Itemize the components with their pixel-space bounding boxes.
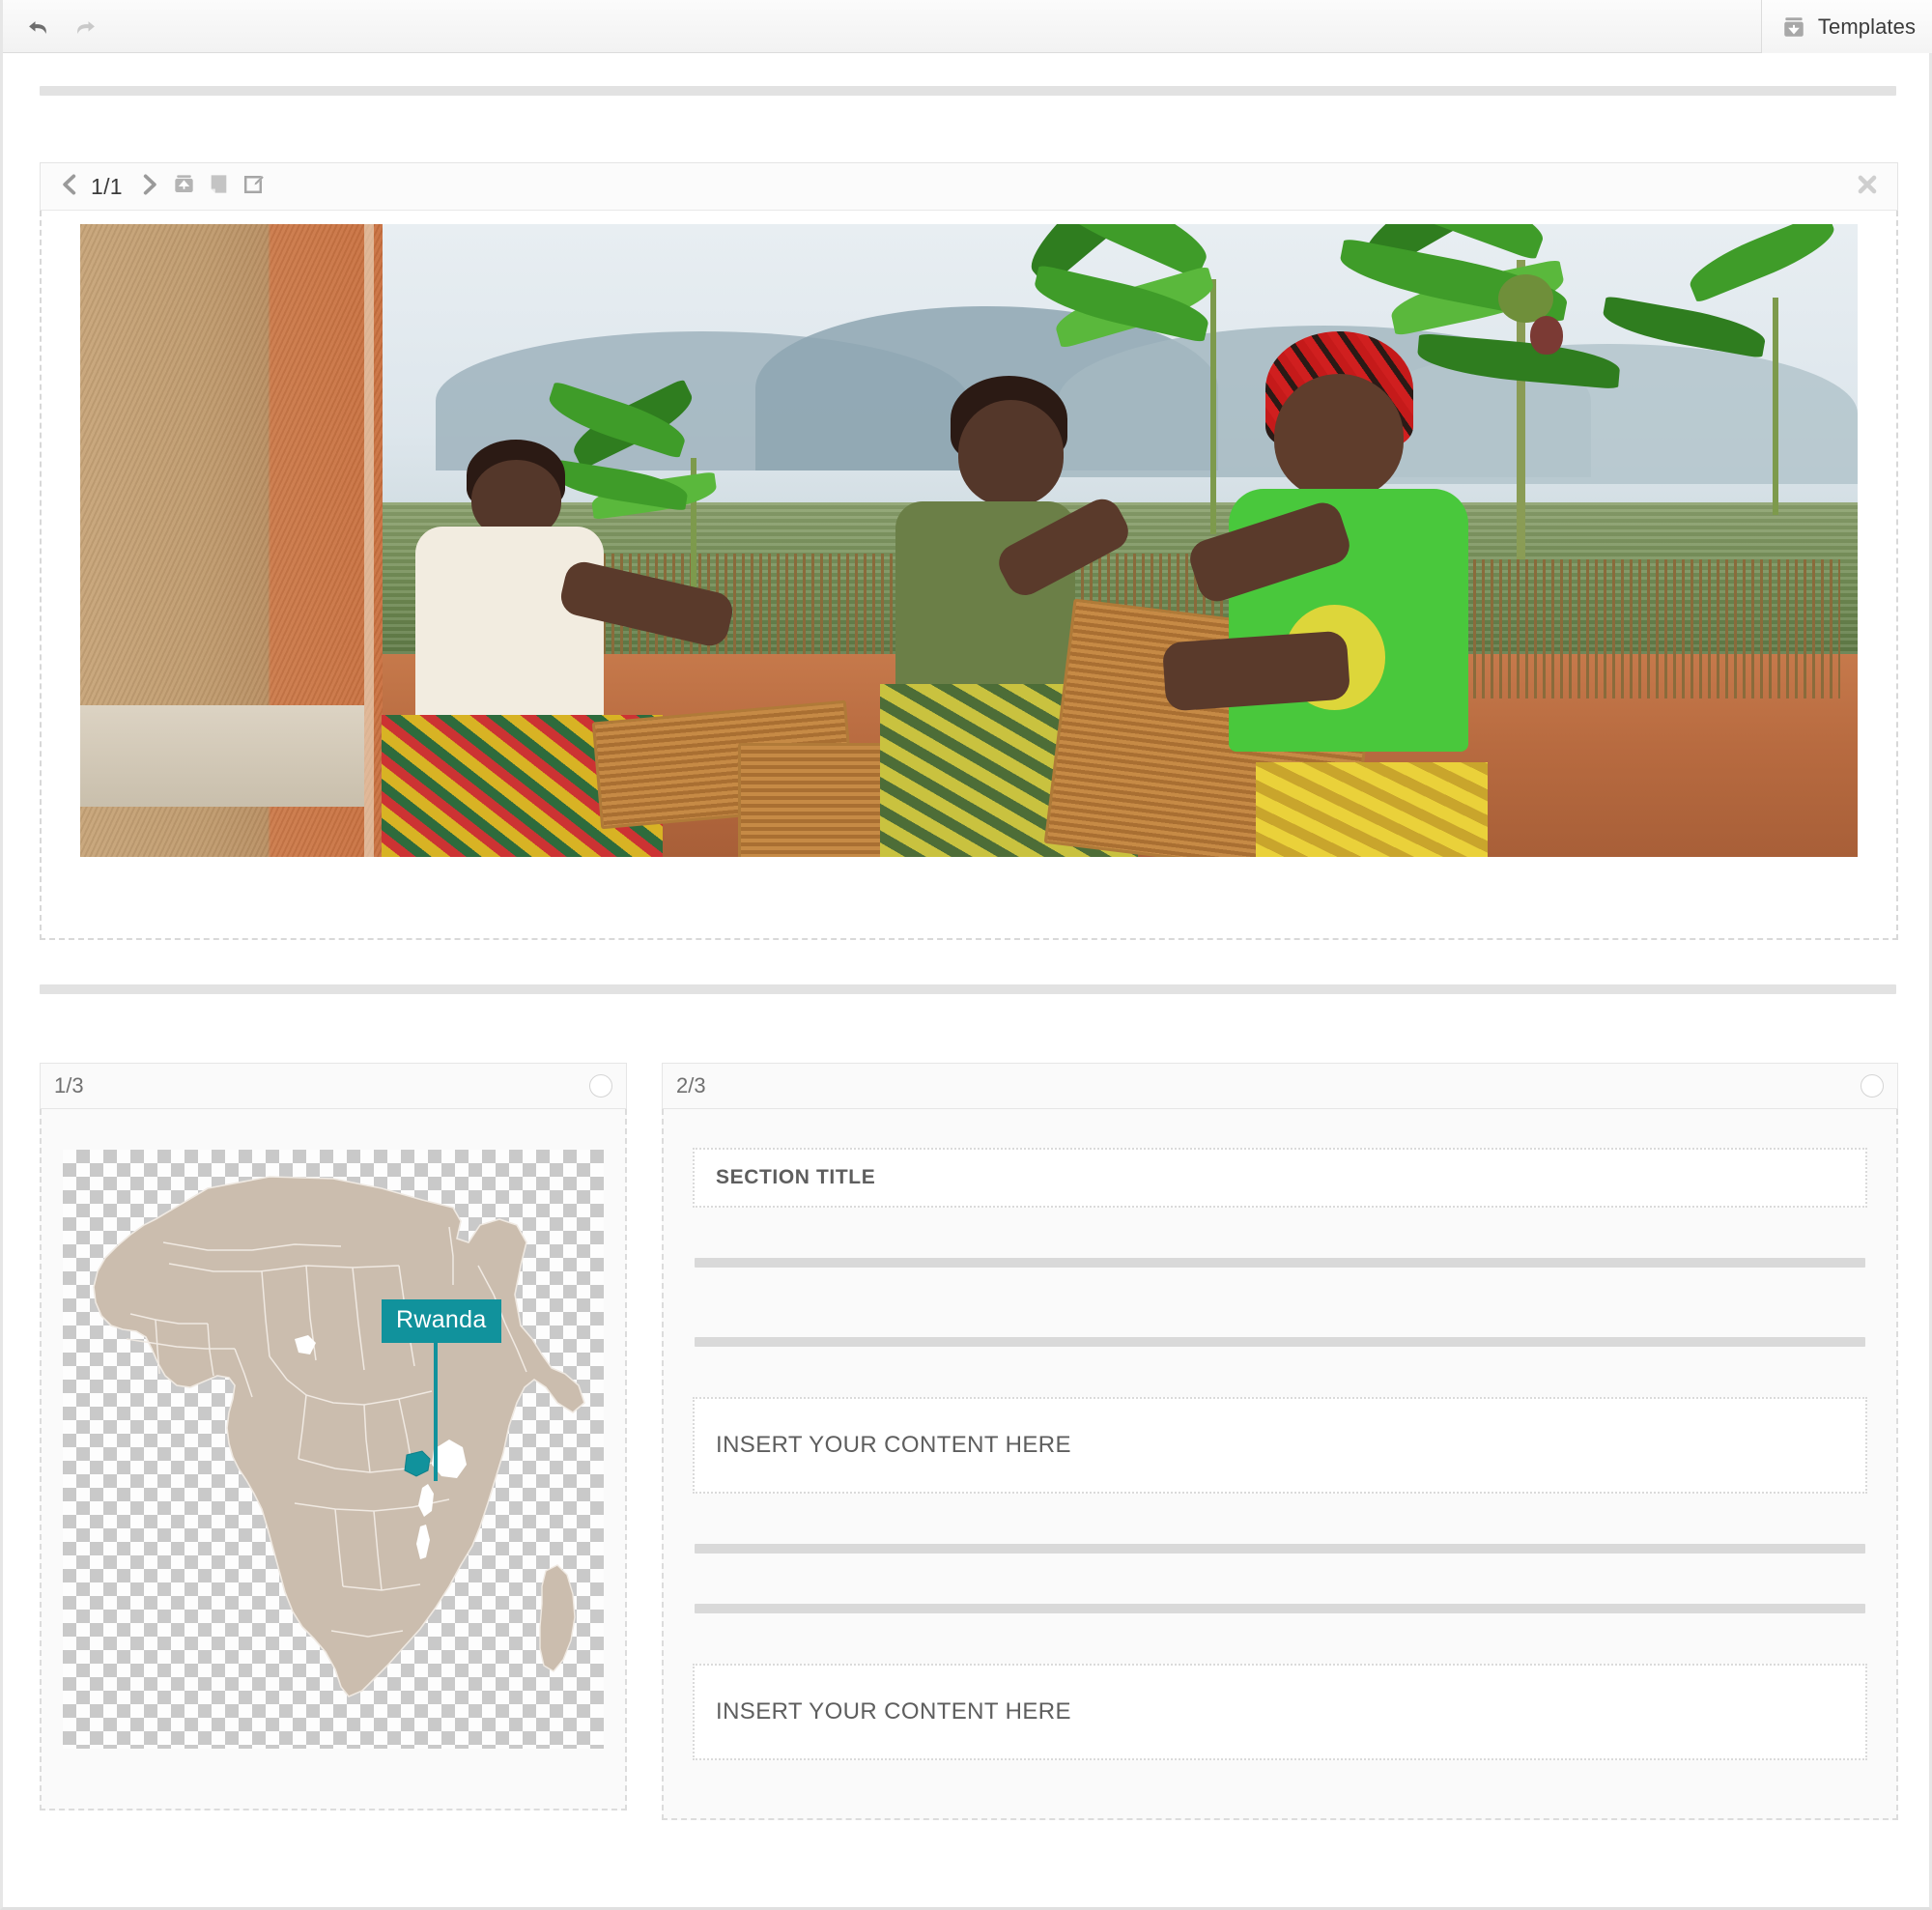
map-callout-rwanda[interactable]: Rwanda [382,1299,501,1343]
content-divider[interactable] [695,1604,1865,1613]
top-toolbar: Templates [3,0,1932,53]
top-separator-bar [40,86,1896,96]
undo-arrow-icon [25,14,52,41]
panel-content-body: SECTION TITLE INSERT YOUR CONTENT HERE I… [662,1109,1898,1820]
panel-map: 1/3 Rwanda [40,1063,627,1810]
redo-button[interactable] [71,13,99,42]
edit-block-button[interactable] [237,167,271,206]
content-placeholder-box[interactable]: INSERT YOUR CONTENT HERE [693,1397,1867,1494]
content-placeholder-text: INSERT YOUR CONTENT HERE [716,1698,1071,1725]
panel-content-header: 2/3 [662,1063,1898,1109]
empty-circle-icon[interactable] [1861,1074,1884,1098]
map-leader-line [434,1341,438,1481]
prev-page-button[interactable] [52,167,87,206]
content-divider[interactable] [695,1258,1865,1268]
upload-image-button[interactable] [167,167,202,206]
templates-label: Templates [1817,14,1917,39]
duplicate-page-icon [207,172,231,201]
close-block-button[interactable] [1851,170,1884,203]
content-divider[interactable] [695,1544,1865,1554]
templates-button[interactable]: Templates [1761,0,1932,53]
redo-arrow-icon [71,14,99,41]
photo-step [80,704,365,807]
africa-map-graphic [93,1176,585,1697]
section-title-box[interactable]: SECTION TITLE [693,1148,1867,1208]
hero-image-block: 1/1 [40,162,1898,940]
content-placeholder-box[interactable]: INSERT YOUR CONTENT HERE [693,1664,1867,1760]
next-page-button[interactable] [132,167,167,206]
panel-map-index: 1/3 [54,1073,84,1098]
panel-content: 2/3 SECTION TITLE INSERT YOUR CONTENT HE… [662,1063,1898,1820]
photo-banana-plant [1600,224,1858,516]
undo-button[interactable] [24,13,53,42]
hero-page-indicator: 1/1 [91,173,123,199]
panel-map-body[interactable]: Rwanda [40,1109,627,1810]
chevron-right-icon [137,172,162,202]
middle-separator-bar [40,984,1896,994]
photo-person [1161,331,1644,857]
hero-photo-area[interactable] [42,213,1896,940]
upload-box-icon [172,172,196,201]
content-placeholder-text: INSERT YOUR CONTENT HERE [716,1432,1071,1458]
hero-block-toolbar: 1/1 [40,162,1898,211]
close-x-icon [1855,172,1880,202]
hero-photo[interactable] [80,224,1858,857]
panel-content-index: 2/3 [676,1073,706,1098]
empty-circle-icon[interactable] [589,1074,612,1098]
section-title-text: SECTION TITLE [716,1166,876,1188]
section-panels: 1/3 Rwanda 2/3 SECTION TITLE INSERT YOUR… [40,1063,1898,1820]
duplicate-page-button[interactable] [202,167,237,206]
app-page: Templates 1/1 1/3 Rwanda 2/3 SECTION TIT… [0,0,1932,1910]
panel-map-header: 1/3 [40,1063,627,1109]
hero-toolbar-controls: 1/1 [41,167,271,206]
chevron-left-icon [57,172,82,202]
map-transparency-canvas[interactable]: Rwanda [63,1150,604,1749]
content-divider[interactable] [695,1337,1865,1347]
edit-square-icon [242,172,266,201]
history-controls [24,0,99,53]
templates-box-icon [1781,14,1806,40]
